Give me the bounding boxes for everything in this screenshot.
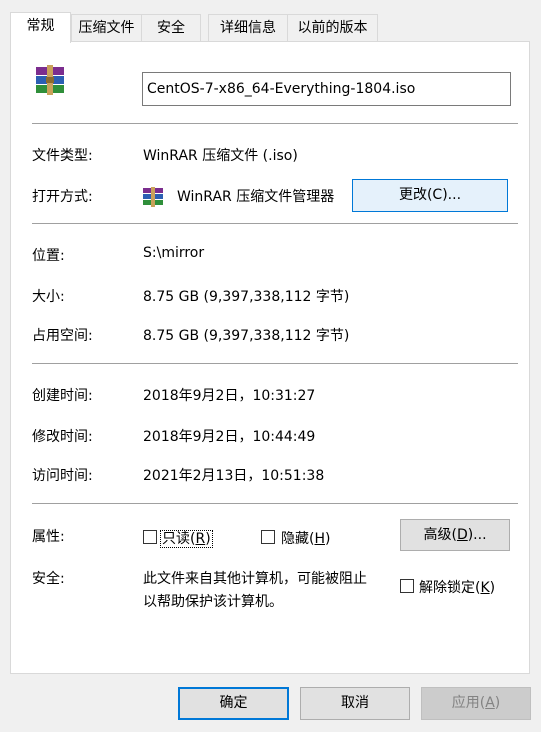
ok-button[interactable]: 确定	[178, 687, 289, 720]
attributes-label: 属性:	[32, 529, 65, 545]
change-button[interactable]: 更改(C)...	[352, 179, 508, 212]
location-value: S:\mirror	[143, 245, 205, 261]
open-with-value: WinRAR 压缩文件管理器	[177, 189, 335, 205]
file-name-field[interactable]: CentOS-7-x86_64-Everything-1804.iso	[142, 72, 511, 106]
accessed-value: 2021年2月13日，10:51:38	[143, 468, 325, 484]
security-message-line1: 此文件来自其他计算机，可能被阻止	[143, 571, 367, 587]
hidden-label[interactable]: 隐藏(H)	[281, 528, 330, 548]
tab-previous-versions[interactable]: 以前的版本	[287, 14, 378, 42]
tab-archive[interactable]: 压缩文件	[71, 14, 142, 42]
winrar-app-icon	[142, 187, 165, 207]
general-panel: CentOS-7-x86_64-Everything-1804.iso 文件类型…	[10, 41, 530, 674]
separator	[32, 363, 518, 364]
security-label: 安全:	[32, 571, 65, 587]
cancel-button[interactable]: 取消	[300, 687, 410, 720]
created-label: 创建时间:	[32, 388, 93, 404]
unblock-checkbox[interactable]	[400, 579, 414, 593]
winrar-archive-icon	[34, 65, 68, 95]
open-with-label: 打开方式:	[32, 189, 93, 205]
size-on-disk-value: 8.75 GB (9,397,338,112 字节)	[143, 328, 350, 344]
file-type-label: 文件类型:	[32, 148, 93, 164]
readonly-label[interactable]: 只读(R)	[160, 528, 213, 548]
size-value: 8.75 GB (9,397,338,112 字节)	[143, 289, 350, 305]
security-message-line2: 以帮助保护该计算机。	[143, 594, 283, 610]
advanced-button[interactable]: 高级(D)...	[400, 519, 510, 551]
apply-button[interactable]: 应用(A)	[421, 687, 531, 720]
unblock-label[interactable]: 解除锁定(K)	[419, 577, 495, 597]
location-label: 位置:	[32, 248, 65, 264]
accessed-label: 访问时间:	[32, 468, 93, 484]
size-label: 大小:	[32, 289, 65, 305]
modified-label: 修改时间:	[32, 429, 93, 445]
separator	[32, 123, 518, 124]
size-on-disk-label: 占用空间:	[32, 328, 93, 344]
tab-details[interactable]: 详细信息	[208, 14, 288, 42]
readonly-checkbox[interactable]	[143, 530, 157, 544]
tab-security[interactable]: 安全	[141, 14, 201, 42]
separator	[32, 223, 518, 224]
tab-general[interactable]: 常规	[10, 12, 71, 43]
hidden-checkbox[interactable]	[261, 530, 275, 544]
modified-value: 2018年9月2日，10:44:49	[143, 429, 316, 445]
created-value: 2018年9月2日，10:31:27	[143, 388, 316, 404]
file-type-value: WinRAR 压缩文件 (.iso)	[143, 148, 298, 164]
separator	[32, 503, 518, 504]
